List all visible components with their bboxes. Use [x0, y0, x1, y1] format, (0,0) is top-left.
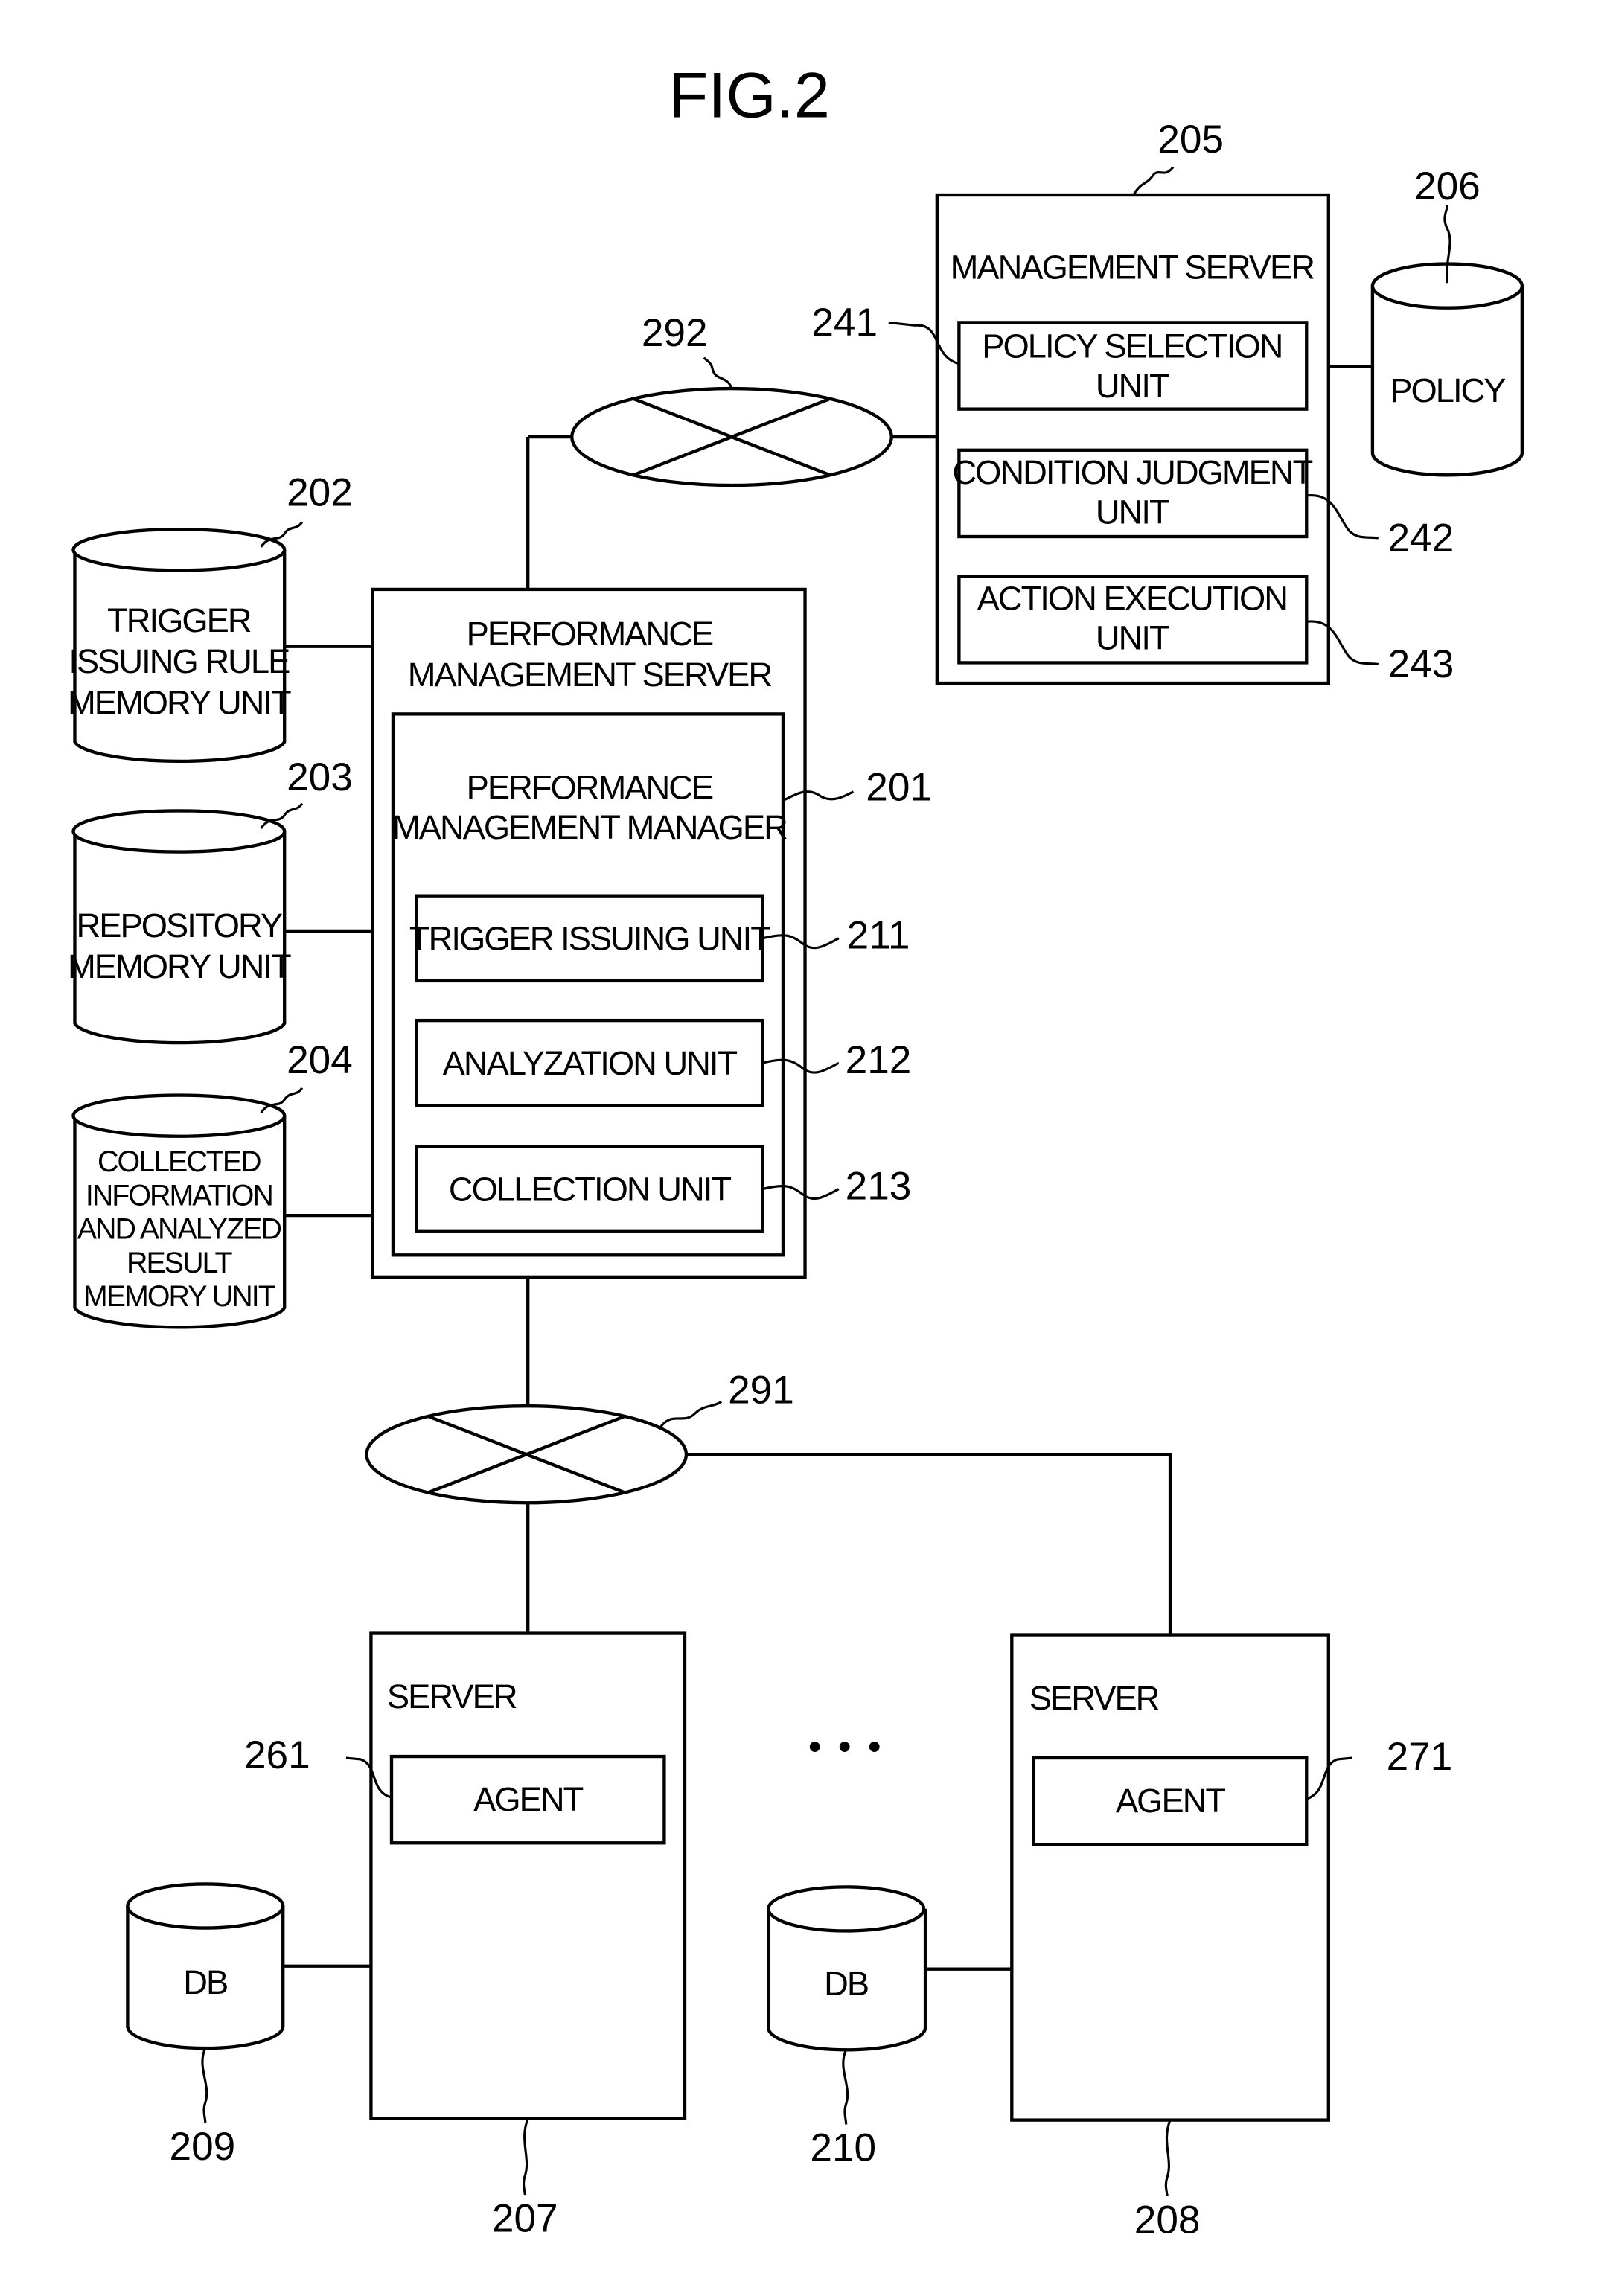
ref-209: 209 — [170, 2125, 236, 2169]
connector-291-server208 — [686, 1453, 1172, 1634]
policy-label: POLICY — [1390, 371, 1506, 409]
agent-261-label: AGENT — [473, 1780, 583, 1818]
action-execution-unit-label1: ACTION EXECUTION — [977, 580, 1287, 618]
memory-204-line3: AND ANALYZED — [77, 1213, 281, 1246]
server-208-label: SERVER — [1029, 1679, 1159, 1717]
management-server: MANAGEMENT SERVER 205 POLICY SELECTION U… — [811, 118, 1454, 686]
leader-205 — [1132, 166, 1175, 196]
ref-201: 201 — [866, 766, 932, 810]
ref-202: 202 — [287, 471, 353, 515]
cylinder-202-top — [71, 527, 287, 572]
figure-title: FIG.2 — [668, 60, 830, 132]
ref-203: 203 — [287, 755, 353, 799]
cylinder-203-top — [71, 809, 287, 854]
performance-management-server: PERFORMANCE MANAGEMENT SERVER PERFORMANC… — [371, 587, 932, 1279]
memory-204-line5: MEMORY UNIT — [83, 1280, 276, 1313]
ref-243: 243 — [1388, 642, 1454, 686]
ref-261: 261 — [244, 1733, 310, 1777]
ref-271: 271 — [1387, 1735, 1453, 1779]
db-210-top — [767, 1885, 926, 1933]
memory-unit-204: COLLECTED INFORMATION AND ANALYZED RESUL… — [71, 1038, 373, 1329]
server-207: SERVER AGENT 261 207 DB 209 — [126, 1631, 687, 2240]
ref-291: 291 — [728, 1368, 794, 1412]
memory-203-line1: REPOSITORY — [77, 906, 283, 944]
performance-server-label2: MANAGEMENT SERVER — [408, 656, 772, 694]
system-diagram: FIG.2 MANAGEMENT SERVER 205 POLICY SELEC… — [68, 60, 1524, 2242]
memory-204-line4: RESULT — [127, 1247, 233, 1279]
ref-205: 205 — [1157, 118, 1224, 162]
ref-208: 208 — [1134, 2198, 1201, 2242]
leader-208 — [1164, 2120, 1172, 2197]
memory-204-line1: COLLECTED — [98, 1145, 261, 1178]
leader-209 — [201, 2047, 208, 2123]
ref-292: 292 — [642, 311, 708, 355]
db-210-label: DB — [824, 1965, 868, 2003]
analyzation-unit-label: ANALYZATION UNIT — [443, 1044, 738, 1082]
trigger-issuing-unit-label: TRIGGER ISSUING UNIT — [409, 920, 770, 958]
leader-292 — [703, 356, 733, 389]
memory-202-line2: ISSUING RULE — [68, 642, 290, 680]
network-291: 291 — [365, 1276, 1172, 1634]
server-207-label: SERVER — [387, 1678, 517, 1715]
leader-210 — [842, 2049, 849, 2125]
management-server-label: MANAGEMENT SERVER — [951, 248, 1315, 286]
memory-203-line2: MEMORY UNIT — [68, 947, 291, 985]
performance-manager-label2: MANAGEMENT MANAGER — [392, 808, 787, 846]
db-209-top — [126, 1882, 285, 1930]
performance-server-label1: PERFORMANCE — [467, 615, 713, 653]
memory-unit-203: REPOSITORY MEMORY UNIT 203 — [68, 755, 373, 1045]
agent-271-label: AGENT — [1116, 1782, 1225, 1820]
policy-database: POLICY 206 — [1328, 164, 1524, 477]
policy-selection-unit-label2: UNIT — [1096, 367, 1169, 405]
memory-unit-202: TRIGGER ISSUING RULE MEMORY UNIT 202 — [68, 471, 373, 764]
network-292: 292 — [526, 311, 937, 589]
ref-213: 213 — [846, 1164, 912, 1208]
ref-212: 212 — [846, 1038, 912, 1082]
cylinder-204-top — [71, 1093, 287, 1138]
leader-207 — [522, 2118, 529, 2196]
performance-manager-label1: PERFORMANCE — [467, 769, 713, 807]
memory-204-line2: INFORMATION — [86, 1179, 272, 1212]
memory-202-line1: TRIGGER — [107, 601, 251, 639]
condition-judgment-unit-label1: CONDITION JUDGMENT — [952, 453, 1312, 491]
ref-207: 207 — [492, 2196, 558, 2240]
memory-202-line3: MEMORY UNIT — [68, 683, 291, 721]
condition-judgment-unit-label2: UNIT — [1096, 493, 1169, 531]
db-209-label: DB — [183, 1963, 227, 2001]
action-execution-unit-label2: UNIT — [1096, 619, 1169, 657]
leader-291 — [659, 1400, 723, 1429]
ref-204: 204 — [287, 1038, 353, 1082]
more-servers-ellipsis: • • • — [808, 1725, 884, 1768]
ref-206: 206 — [1414, 164, 1481, 208]
ref-242: 242 — [1388, 517, 1454, 560]
ref-241: 241 — [811, 301, 878, 345]
ref-210: 210 — [810, 2126, 876, 2170]
policy-selection-unit-label1: POLICY SELECTION — [982, 327, 1282, 365]
collection-unit-label: COLLECTION UNIT — [449, 1170, 731, 1208]
ref-211: 211 — [847, 914, 910, 958]
